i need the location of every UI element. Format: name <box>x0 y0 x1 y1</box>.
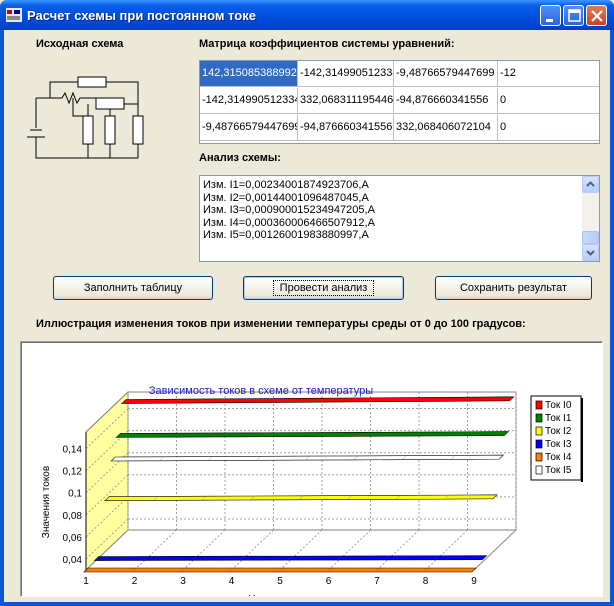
matrix-cell[interactable]: 332,068311195446 <box>298 88 394 114</box>
chart-x-tick-label: 8 <box>423 576 429 587</box>
chart-x-tick-label: 3 <box>180 576 186 587</box>
chevron-up-icon <box>586 181 595 187</box>
analysis-line: Изм. I3=0,000900015234947205,A <box>203 204 375 216</box>
chart-y-tick-label: 0,06 <box>63 533 83 544</box>
chart-y-tick-label: 0,08 <box>63 511 83 522</box>
analysis-line: Изм. I2=0,00144001096487045,A <box>203 191 369 204</box>
analysis-label: Анализ схемы: <box>199 152 281 164</box>
chart-title: Зависимость токов в схеме от температуры <box>149 385 373 397</box>
chart-x-tick-label: 7 <box>374 576 380 587</box>
matrix-cell[interactable]: -94,876660341556 <box>298 115 394 141</box>
minimize-icon <box>546 19 553 22</box>
chart-legend-entry: Ток I3 <box>545 439 572 450</box>
chart-x-tick-label: 6 <box>326 576 332 587</box>
chart-legend-entry: Ток I0 <box>545 400 572 411</box>
fill-table-button[interactable]: Заполнить таблицу <box>53 276 213 300</box>
chart-legend-swatch <box>535 400 543 410</box>
chart-legend-swatch <box>535 413 543 423</box>
run-analysis-label: Провести анализ <box>272 280 375 296</box>
run-analysis-button[interactable]: Провести анализ <box>243 276 404 300</box>
scroll-up-button[interactable] <box>582 176 599 193</box>
chart-x-tick-label: 9 <box>471 576 477 587</box>
chevron-down-icon <box>586 250 595 256</box>
chart-legend-swatch <box>535 426 543 436</box>
analysis-line: Изм. I4=0,000360006466507912,A <box>203 216 375 229</box>
analysis-text: Изм. I1=0,00234001874923706,A Изм. I2=0,… <box>203 179 375 242</box>
chart-legend-swatch <box>535 465 543 475</box>
app-icon <box>6 8 22 22</box>
analysis-line: Изм. I1=0,00234001874923706,A <box>203 179 369 191</box>
matrix-cell[interactable]: 0 <box>498 115 599 141</box>
analysis-line: Изм. I5=0,00126001983880997,A <box>203 229 369 241</box>
fill-table-label: Заполнить таблицу <box>83 282 183 294</box>
chart-legend-entry: Ток I2 <box>545 426 572 437</box>
chart-legend-entry: Ток I4 <box>545 452 572 463</box>
chart-x-tick-label: 2 <box>132 576 138 587</box>
matrix-cell[interactable]: 142,315085388992 <box>200 61 298 87</box>
illustration-label: Иллюстрация изменения токов при изменени… <box>36 318 526 330</box>
chart-x-tick-label: 4 <box>229 576 235 587</box>
matrix-row: 142,315085388992 -142,314990512334 -9,48… <box>200 61 599 88</box>
matrix-cell[interactable]: -142,314990512334 <box>298 61 394 87</box>
chart-legend-entry: Ток I5 <box>545 465 572 476</box>
chart-y-tick-label: 0,1 <box>68 489 82 500</box>
minimize-button[interactable] <box>540 5 561 26</box>
chart-legend-entry: Ток I1 <box>545 413 572 424</box>
matrix-grid[interactable]: 142,315085388992 -142,314990512334 -9,48… <box>199 60 600 144</box>
maximize-button[interactable] <box>563 5 584 26</box>
save-result-button[interactable]: Сохранить результат <box>435 276 592 300</box>
maximize-icon <box>568 9 581 22</box>
temperature-chart: 0,04 0,06 0,08 0,1 0,12 0,14 1 2 3 4 5 6 7 8 9 Зависимо… <box>41 385 583 597</box>
app-window: Расчет схемы при постоянном токе Исходна… <box>0 0 614 606</box>
client-area: Исходная схема Матрица коэффициентов сис… <box>4 30 610 602</box>
save-result-label: Сохранить результат <box>459 282 567 294</box>
matrix-row: -142,314990512334 332,068311195446 -94,8… <box>200 88 599 115</box>
chart-y-tick-label: 0,12 <box>63 467 83 478</box>
window-title: Расчет схемы при постоянном токе <box>27 8 256 23</box>
matrix-cell[interactable]: 332,068406072104 <box>394 115 498 141</box>
matrix-cell[interactable]: -9,48766579447699 <box>394 61 498 87</box>
title-bar[interactable]: Расчет схемы при постоянном токе <box>0 0 614 30</box>
close-icon <box>591 10 603 22</box>
chart-x-tick-label: 1 <box>83 576 89 587</box>
matrix-label: Матрица коэффициентов системы уравнений: <box>199 38 455 50</box>
chart-y-axis-label: Значения токов <box>41 466 52 538</box>
chart-x-tick-label: 5 <box>277 576 283 587</box>
matrix-cell[interactable]: -12 <box>498 61 599 87</box>
chart-y-tick-label: 0,14 <box>63 445 83 456</box>
close-button[interactable] <box>586 5 607 26</box>
chart-y-tick-label: 0,04 <box>63 555 83 566</box>
matrix-cell[interactable]: 0 <box>498 88 599 114</box>
matrix-row: -9,48766579447699 -94,876660341556 332,0… <box>200 115 599 142</box>
circuit-label: Исходная схема <box>36 38 124 50</box>
memo-scrollbar[interactable] <box>582 176 599 261</box>
matrix-cell[interactable]: -142,314990512334 <box>200 88 298 114</box>
chart-legend-shadow <box>581 398 583 482</box>
matrix-cell[interactable]: -94,876660341556 <box>394 88 498 114</box>
chart-panel: 0,04 0,06 0,08 0,1 0,12 0,14 1 2 3 4 5 6 7 8 9 Зависимо… <box>20 341 603 597</box>
scroll-thumb[interactable] <box>582 231 599 244</box>
chart-legend-swatch <box>535 452 543 462</box>
analysis-memo[interactable]: Изм. I1=0,00234001874923706,A Изм. I2=0,… <box>199 175 600 262</box>
chart-x-axis-label: Номер опыта <box>248 594 310 597</box>
chart-legend-swatch <box>535 439 543 449</box>
matrix-cell[interactable]: -9,48766579447699 <box>200 115 298 141</box>
circuit-diagram <box>27 76 144 159</box>
scroll-down-button[interactable] <box>582 244 599 261</box>
